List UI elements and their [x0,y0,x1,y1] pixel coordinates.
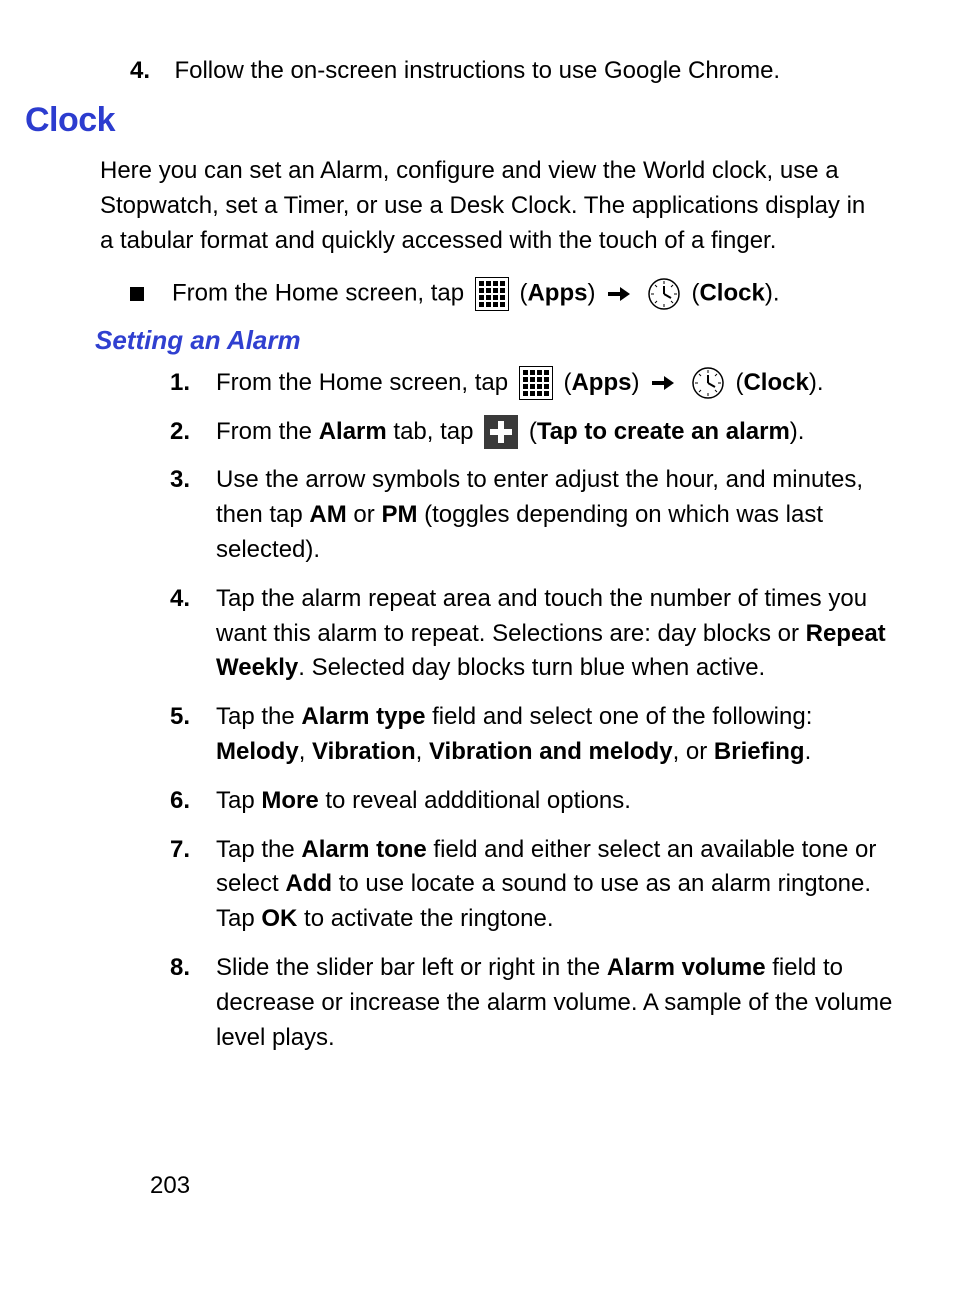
step-body: Tap the alarm repeat area and touch the … [216,582,894,686]
step-number: 5. [170,700,216,770]
step-3: 3. Use the arrow symbols to enter adjust… [170,463,894,567]
step-number: 2. [170,415,216,450]
step-text: Follow the on-screen instructions to use… [174,57,780,84]
nav-text: From the Home screen, tap (Apps) [172,277,780,311]
step-body: Tap the Alarm type field and select one … [216,700,894,770]
square-bullet-icon [130,287,144,301]
step-number: 1. [170,366,216,401]
intro-paragraph: Here you can set an Alarm, configure and… [100,154,880,258]
step-body: Tap the Alarm tone field and either sele… [216,833,894,937]
step-6: 6. Tap More to reveal addditional option… [170,784,894,819]
arrow-right-icon [652,374,674,392]
apps-grid-icon [519,366,553,400]
clock-icon [691,366,725,400]
step-number: 6. [170,784,216,819]
step-body: Tap More to reveal addditional options. [216,784,894,819]
step-number: 7. [170,833,216,937]
step-5: 5. Tap the Alarm type field and select o… [170,700,894,770]
step-number: 4. [130,57,170,85]
page-number: 203 [150,1172,190,1200]
step-number: 3. [170,463,216,567]
step-1: 1. From the Home screen, tap (Apps) [170,366,894,401]
nav-instruction: From the Home screen, tap (Apps) [100,277,894,311]
step-body: From the Home screen, tap (Apps) [216,366,894,401]
apps-grid-icon [475,277,509,311]
step-8: 8. Slide the slider bar left or right in… [170,951,894,1055]
step-body: From the Alarm tab, tap (Tap to create a… [216,415,894,450]
step-body: Slide the slider bar left or right in th… [216,951,894,1055]
step-number: 8. [170,951,216,1055]
step-number: 4. [170,582,216,686]
step-body: Use the arrow symbols to enter adjust th… [216,463,894,567]
arrow-right-icon [608,285,630,303]
section-heading: Clock [25,101,894,140]
plus-icon [484,415,518,449]
orphan-step: 4. Follow the on-screen instructions to … [100,55,894,87]
subsection-heading: Setting an Alarm [95,325,894,356]
step-4: 4. Tap the alarm repeat area and touch t… [170,582,894,686]
step-7: 7. Tap the Alarm tone field and either s… [170,833,894,937]
step-2: 2. From the Alarm tab, tap (Tap to creat… [170,415,894,450]
document-page: 4. Follow the on-screen instructions to … [0,0,954,1295]
steps-list: 1. From the Home screen, tap (Apps) [100,366,894,1056]
clock-icon [647,277,681,311]
